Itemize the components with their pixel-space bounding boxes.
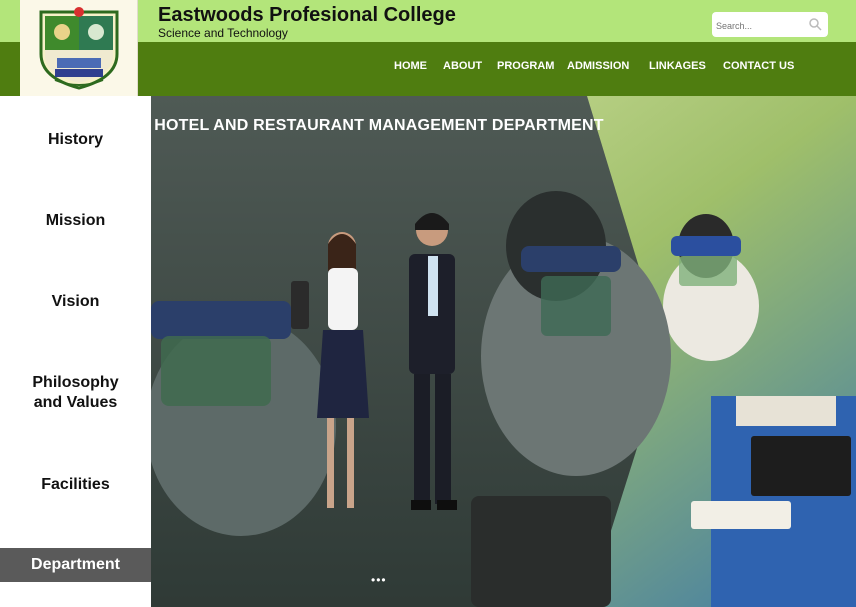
nav-contact-us[interactable]: CONTACT US	[723, 60, 794, 72]
sidebar-item-facilities[interactable]: Facilities	[0, 475, 151, 495]
logo[interactable]	[20, 0, 138, 96]
college-seal-icon	[39, 7, 119, 90]
sidebar: History Mission Vision Philosophy and Va…	[0, 96, 151, 607]
search-icon[interactable]	[808, 17, 822, 36]
sidebar-item-history[interactable]: History	[0, 130, 151, 150]
sidebar-item-department[interactable]: Department	[0, 548, 151, 582]
site-subtitle: Science and Technology	[158, 26, 288, 40]
carousel-pager[interactable]: •••	[371, 573, 387, 587]
hero-title: HOTEL AND RESTAURANT MANAGEMENT DEPARTME…	[154, 117, 604, 134]
nav-about[interactable]: ABOUT	[443, 60, 482, 72]
hero-banner: HOTEL AND RESTAURANT MANAGEMENT DEPARTME…	[151, 96, 856, 607]
nav-admission[interactable]: ADMISSION	[567, 60, 629, 72]
search-box[interactable]	[712, 12, 828, 37]
nav-program[interactable]: PROGRAM	[497, 60, 554, 72]
sidebar-item-vision[interactable]: Vision	[0, 292, 151, 312]
sidebar-item-philosophy[interactable]: Philosophy and Values	[0, 373, 151, 413]
nav-home[interactable]: HOME	[394, 60, 427, 72]
site-title: Eastwoods Profesional College	[158, 4, 456, 26]
search-input[interactable]	[714, 16, 808, 35]
nav-linkages[interactable]: LINKAGES	[649, 60, 706, 72]
sidebar-item-mission[interactable]: Mission	[0, 211, 151, 231]
hero-photo	[151, 96, 856, 607]
